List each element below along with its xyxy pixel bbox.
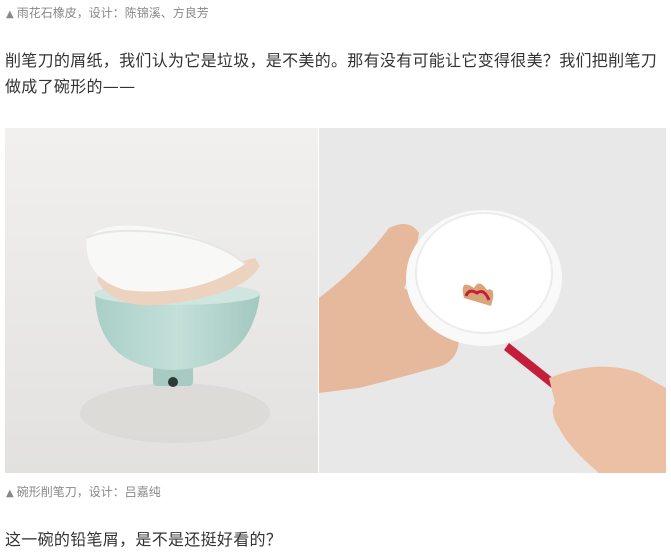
- body-paragraph: 这一碗的铅笔屑，是不是还挺好看的？: [5, 530, 283, 549]
- image-caption-top: ▲ 雨花石橡皮，设计：陈锦溪、方良芳: [6, 4, 209, 21]
- triangle-up-icon: ▲: [6, 488, 14, 499]
- triangle-up-icon: ▲: [6, 9, 14, 20]
- image-caption-bottom: ▲ 碗形削笔刀，设计：吕嘉纯: [6, 483, 161, 500]
- bowl-sharpener-photo: [5, 128, 318, 473]
- body-paragraph: 削笔刀的屑纸，我们认为它是垃圾，是不美的。那有没有可能让它变得很美？我们把削笔刀…: [5, 51, 658, 96]
- caption-text: 雨花石橡皮，设计：陈锦溪、方良芳: [16, 6, 209, 20]
- hands-bowl-photo: [319, 128, 666, 473]
- caption-text: 碗形削笔刀，设计：吕嘉纯: [16, 485, 161, 499]
